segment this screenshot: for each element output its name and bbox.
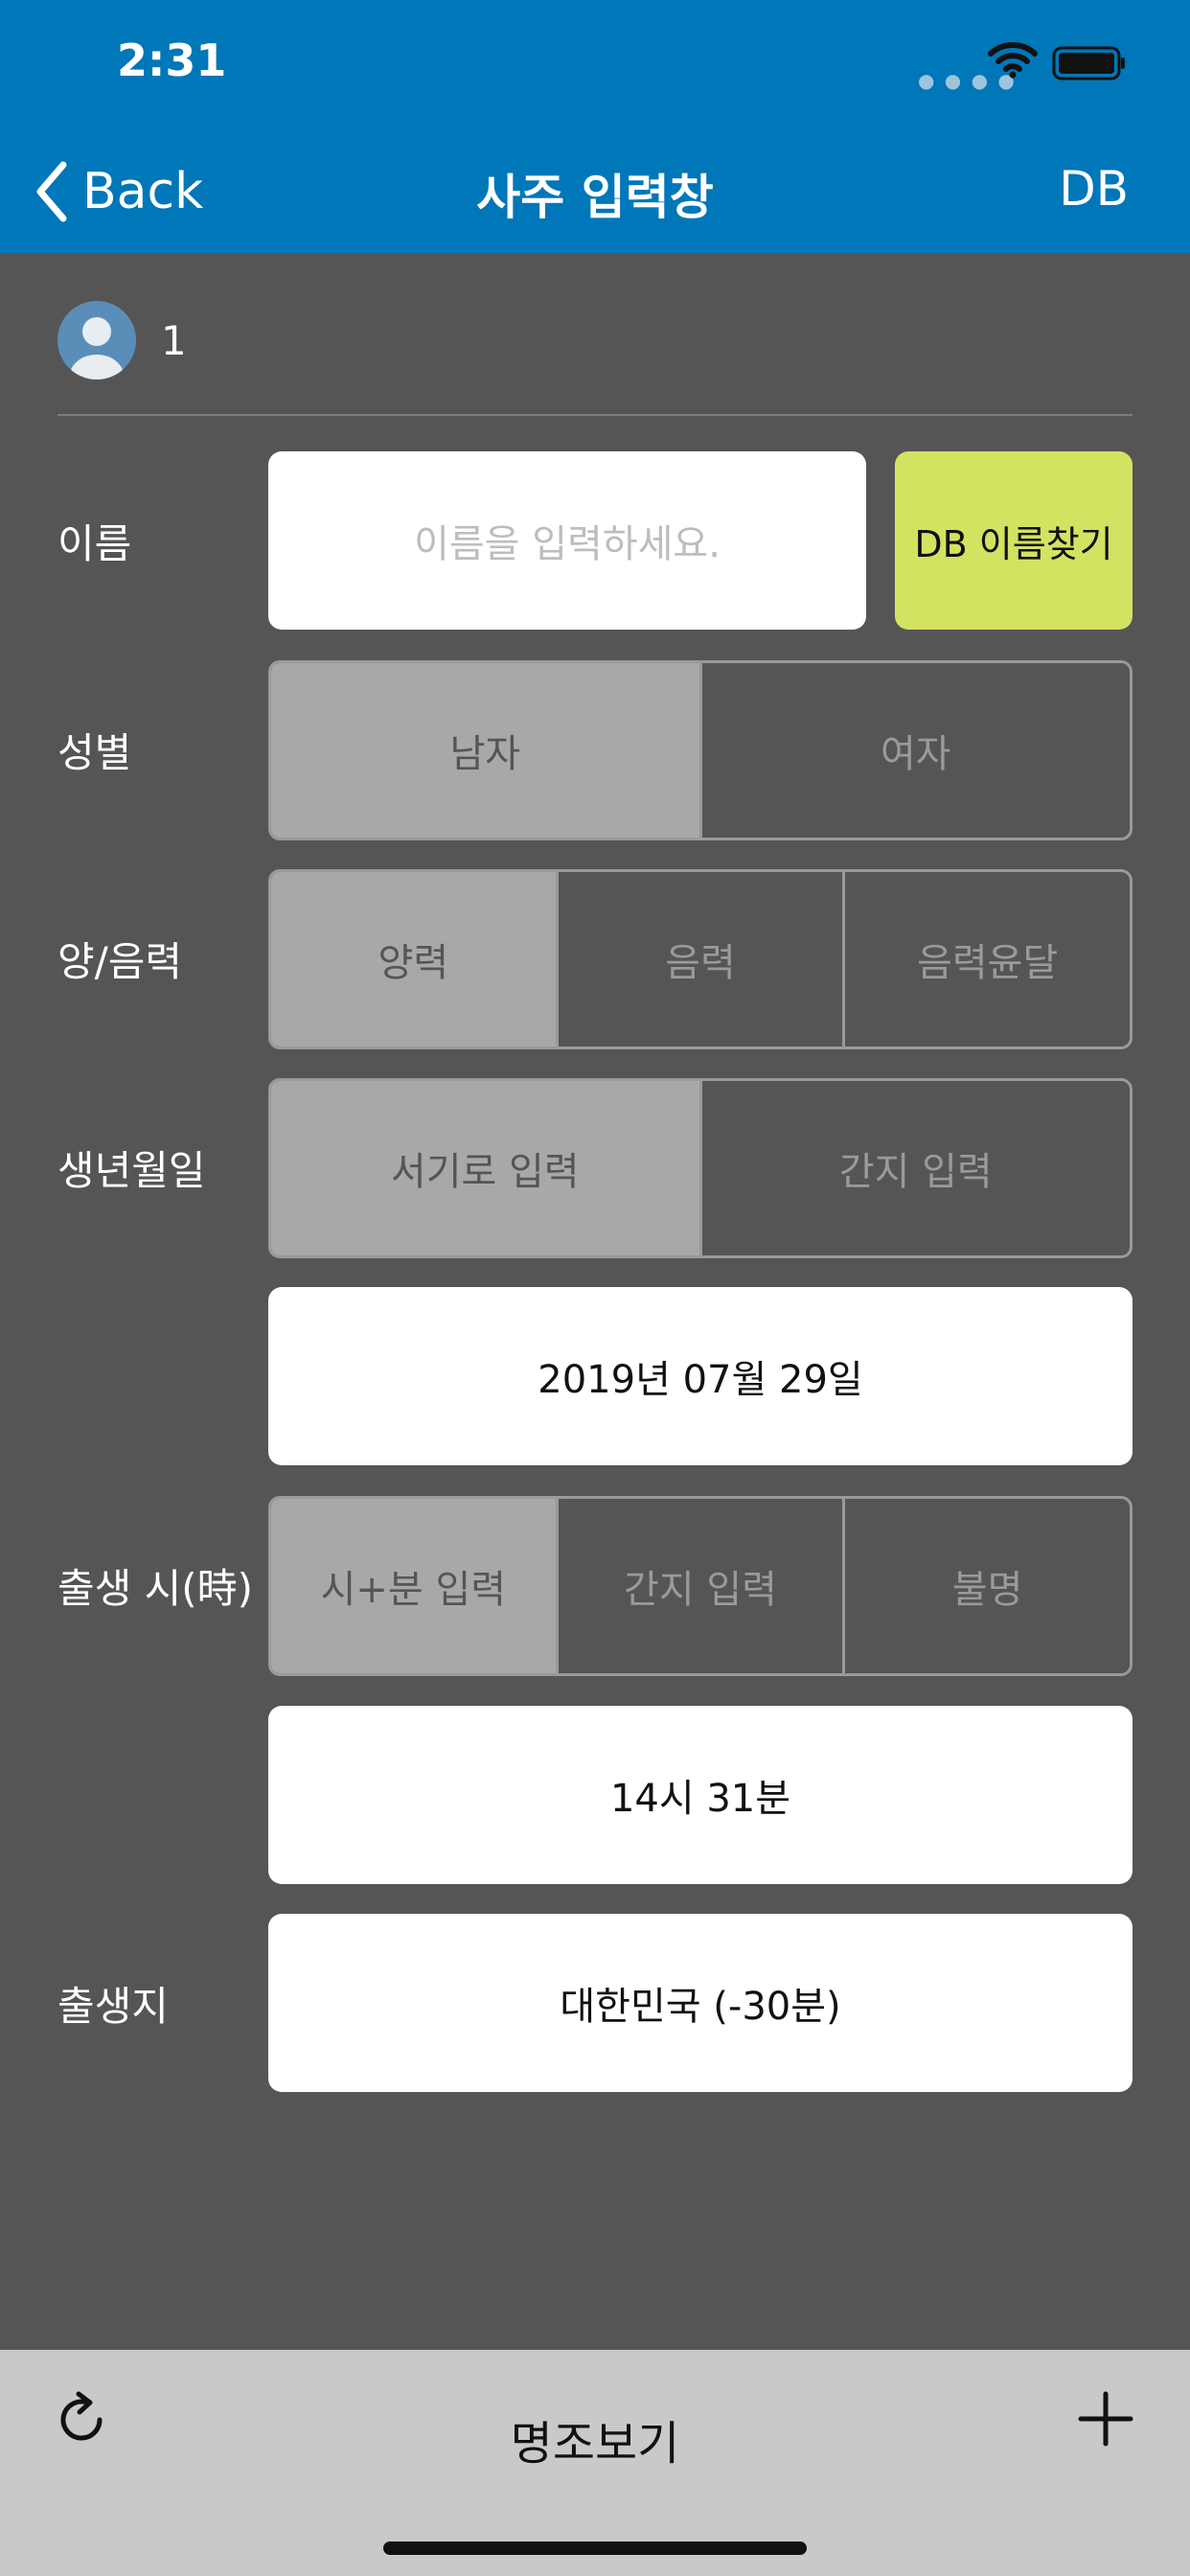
- db-button[interactable]: DB: [1059, 161, 1129, 217]
- status-time: 2:31: [117, 34, 227, 86]
- birthdate-option-ganji[interactable]: 간지 입력: [698, 1081, 1131, 1255]
- db-name-search-button[interactable]: DB 이름찾기: [895, 451, 1133, 630]
- calendar-option-solar[interactable]: 양력: [271, 872, 556, 1046]
- calendar-type-label: 양/음력: [57, 938, 183, 985]
- birthtime-label: 출생 시(時): [57, 1565, 254, 1612]
- page-title: 사주 입력창: [476, 170, 714, 225]
- birthdate-label: 생년월일: [57, 1147, 206, 1194]
- calendar-option-lunar-leap[interactable]: 음력윤달: [842, 872, 1130, 1046]
- gender-option-male[interactable]: 남자: [271, 663, 699, 838]
- navigation-header: 2:31 ● ● ● ● Back 사주 입력창 DB: [0, 0, 1190, 253]
- plus-icon[interactable]: [1077, 2390, 1134, 2451]
- birthdate-field[interactable]: 2019년 07월 29일: [268, 1287, 1133, 1465]
- name-input[interactable]: 이름을 입력하세요.: [268, 451, 866, 630]
- birthplace-label: 출생지: [57, 1983, 169, 2030]
- birthtime-option-ganji[interactable]: 간지 입력: [555, 1499, 843, 1673]
- divider: [57, 414, 1133, 416]
- battery-icon: [1052, 46, 1127, 84]
- birthdate-mode-segmented-control: 서기로 입력 간지 입력: [268, 1078, 1133, 1258]
- birthtime-mode-segmented-control: 시+분 입력 간지 입력 불명: [268, 1496, 1133, 1676]
- avatar-icon: [57, 301, 136, 380]
- name-label: 이름: [57, 520, 132, 567]
- birthtime-option-hour-minute[interactable]: 시+분 입력: [271, 1499, 556, 1673]
- gender-label: 성별: [57, 729, 132, 776]
- calendar-segmented-control: 양력 음력 음력윤달: [268, 869, 1133, 1049]
- birthdate-option-gregorian[interactable]: 서기로 입력: [271, 1081, 699, 1255]
- profile-row: 1: [57, 301, 187, 380]
- birthtime-option-unknown[interactable]: 불명: [842, 1499, 1130, 1673]
- calendar-option-lunar[interactable]: 음력: [555, 872, 843, 1046]
- birthtime-field[interactable]: 14시 31분: [268, 1706, 1133, 1884]
- home-indicator: [383, 2542, 807, 2555]
- view-chart-button[interactable]: 명조보기: [0, 2405, 1190, 2472]
- gender-segmented-control: 남자 여자: [268, 660, 1133, 840]
- bottom-toolbar: 명조보기: [0, 2350, 1190, 2576]
- birthplace-field[interactable]: 대한민국 (-30분): [268, 1914, 1133, 2092]
- wifi-icon: [987, 40, 1039, 82]
- profile-id: 1: [161, 316, 187, 364]
- name-placeholder: 이름을 입력하세요.: [414, 522, 721, 566]
- gender-option-female[interactable]: 여자: [698, 663, 1131, 838]
